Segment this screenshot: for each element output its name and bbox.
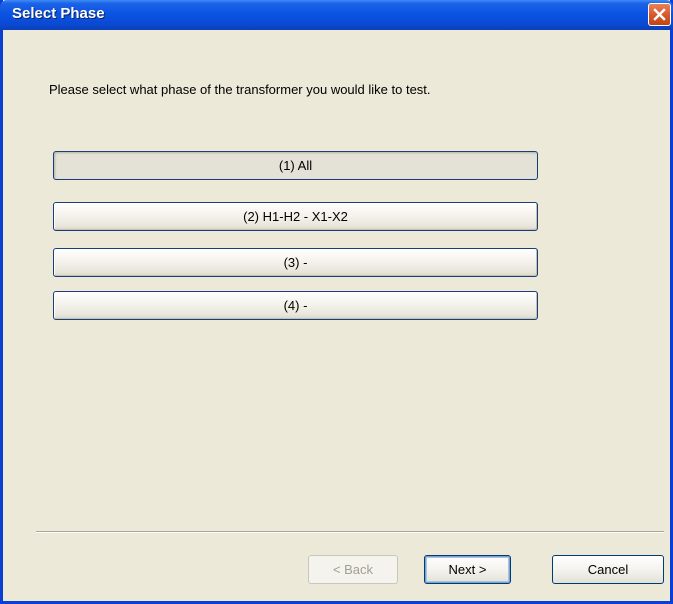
phase-all-button[interactable]: (1) All — [53, 151, 538, 180]
instruction-text: Please select what phase of the transfor… — [49, 82, 431, 97]
close-button[interactable] — [648, 3, 671, 26]
title-bar[interactable]: Select Phase — [0, 0, 673, 30]
footer-separator — [36, 531, 664, 533]
cancel-button[interactable]: Cancel — [552, 555, 664, 584]
back-button[interactable]: < Back — [308, 555, 398, 584]
phase-3-button[interactable]: (3) - — [53, 248, 538, 277]
close-icon — [653, 8, 666, 21]
next-button[interactable]: Next > — [424, 555, 511, 584]
phase-4-button[interactable]: (4) - — [53, 291, 538, 320]
phase-h1-h2-x1-x2-button[interactable]: (2) H1-H2 - X1-X2 — [53, 202, 538, 231]
select-phase-dialog: Select Phase Please select what phase of… — [0, 0, 673, 604]
window-title: Select Phase — [12, 5, 105, 22]
